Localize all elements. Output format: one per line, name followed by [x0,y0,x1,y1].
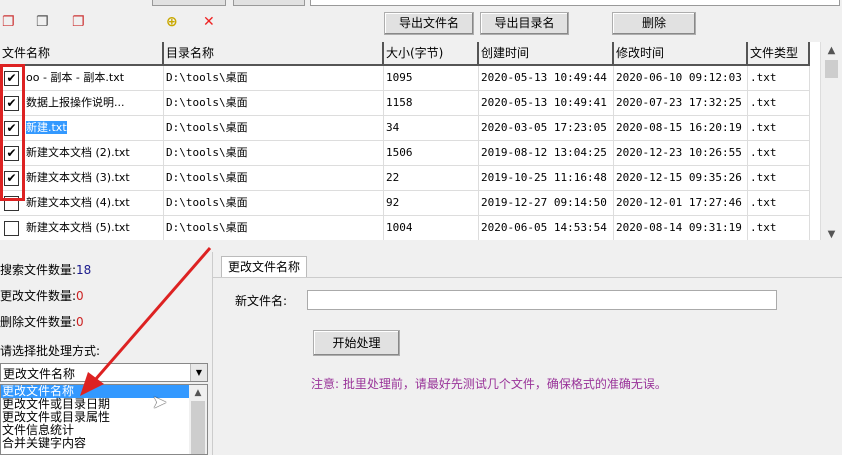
annotation-arrow [80,247,212,396]
